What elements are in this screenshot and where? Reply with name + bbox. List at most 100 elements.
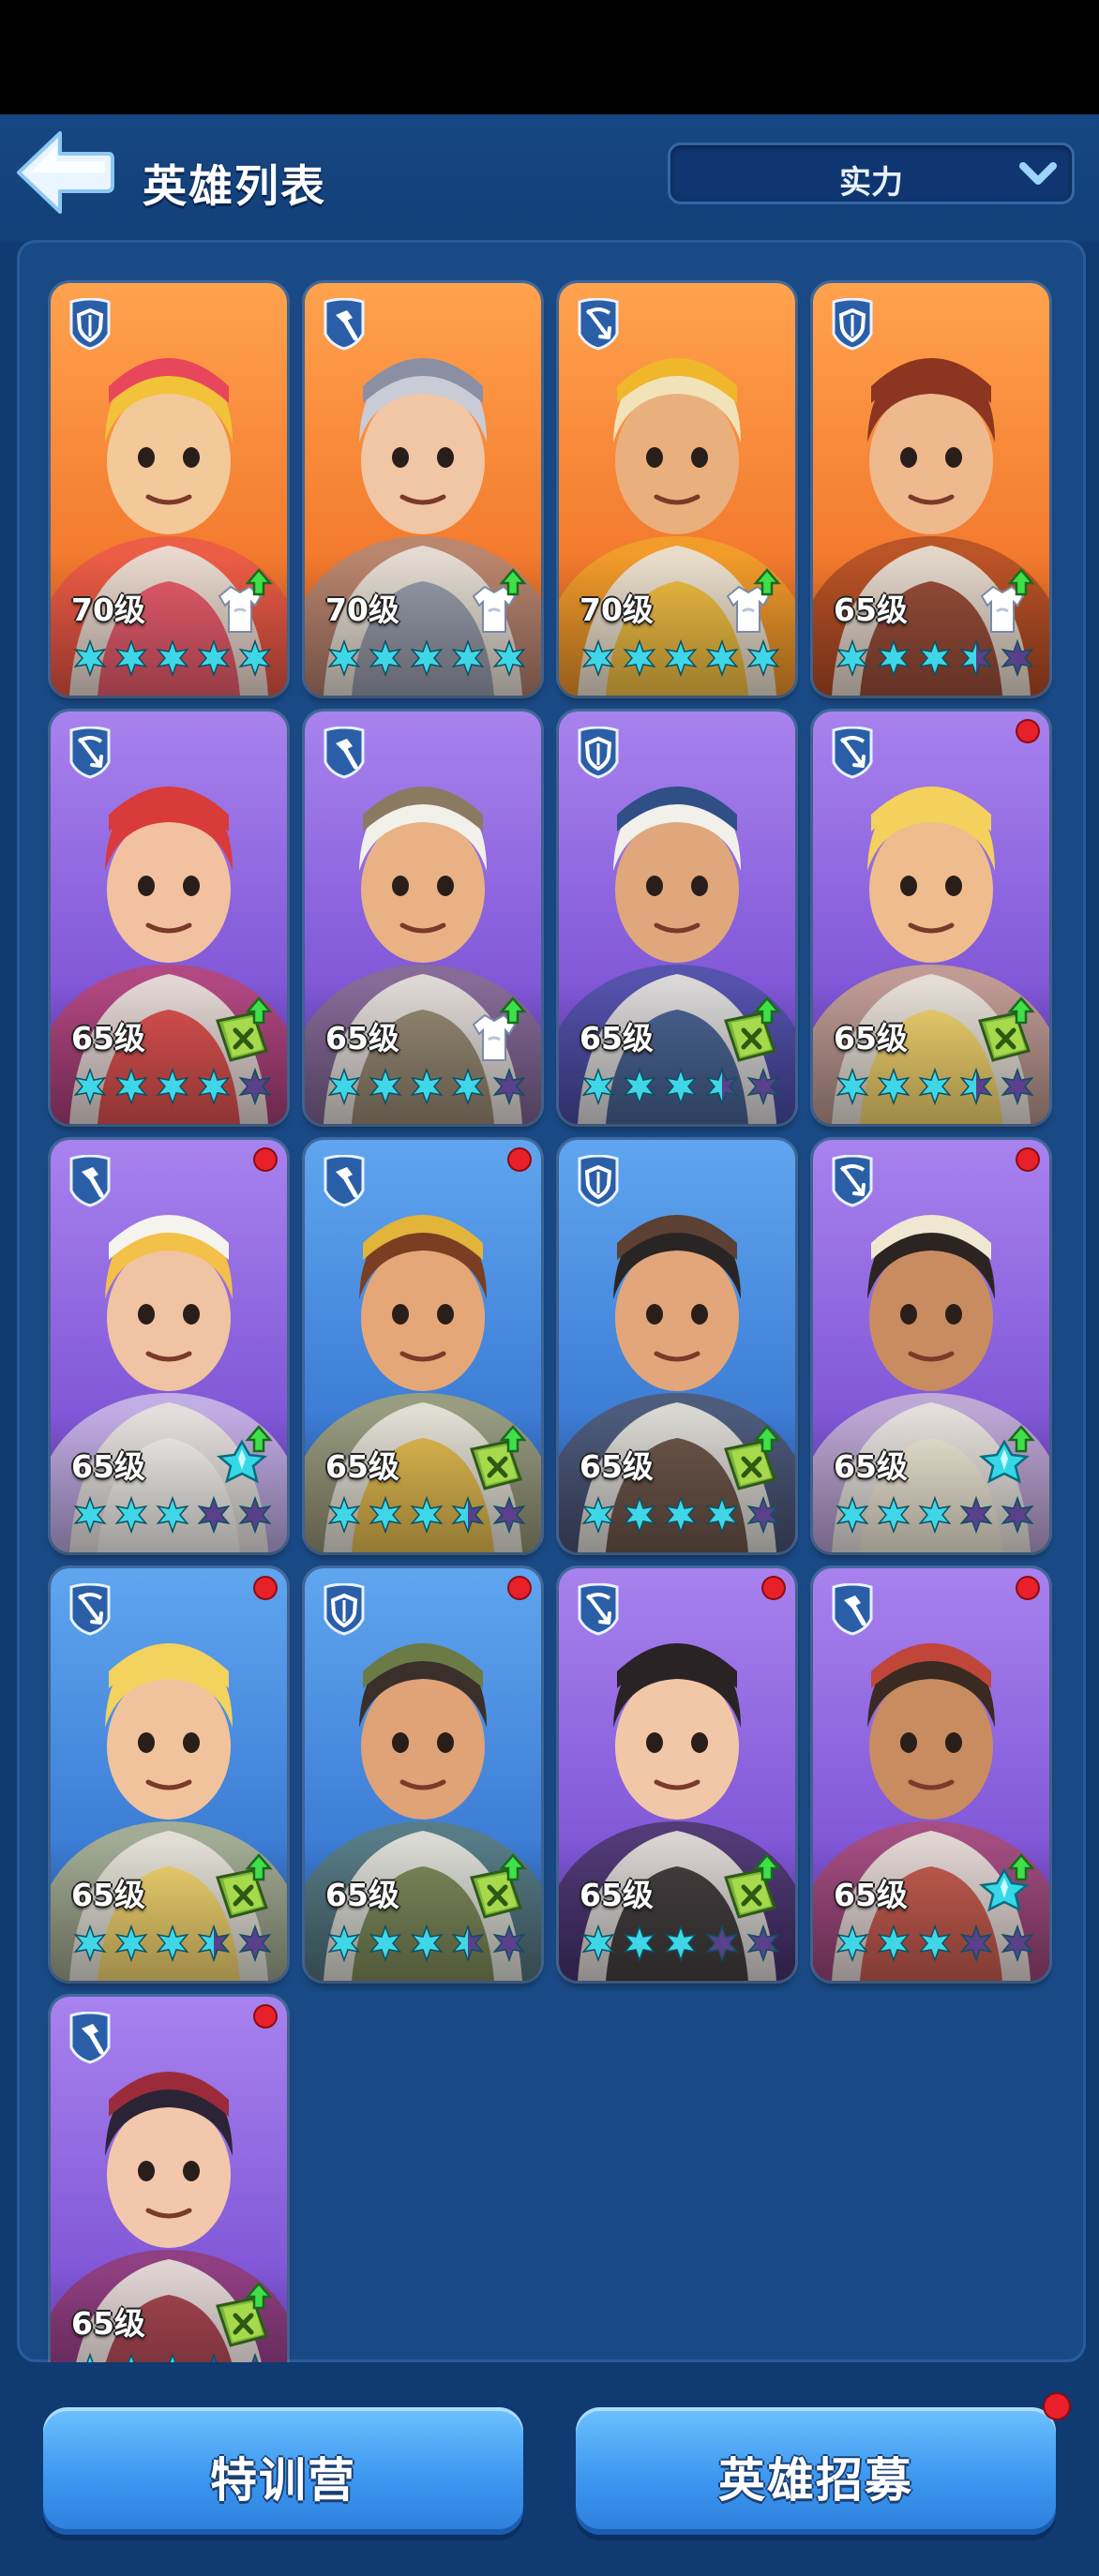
hero-level: 65级 bbox=[71, 1877, 145, 1913]
star-mark bbox=[73, 2353, 107, 2362]
star-rating bbox=[327, 639, 526, 677]
star-mark bbox=[581, 1068, 615, 1105]
star-mark bbox=[959, 639, 993, 677]
hero-card[interactable]: 70级 bbox=[559, 283, 795, 696]
hero-card[interactable]: 65级 bbox=[305, 1140, 541, 1552]
notification-dot bbox=[255, 1149, 276, 1170]
hero-card[interactable]: 65级 bbox=[305, 711, 541, 1124]
star-mark bbox=[238, 1068, 272, 1105]
hero-level: 65级 bbox=[71, 1020, 145, 1056]
shield-class-icon bbox=[578, 1155, 619, 1207]
hero-card[interactable]: 65级 bbox=[51, 1997, 287, 2362]
hammer-class-icon bbox=[832, 1583, 873, 1636]
upgrade-book-icon bbox=[470, 1425, 527, 1490]
hero-card[interactable]: 65级 bbox=[51, 1568, 287, 1981]
hero-level: 65级 bbox=[71, 1448, 145, 1485]
star-mark bbox=[836, 1925, 869, 1962]
hero-level: 65级 bbox=[580, 1020, 654, 1056]
star-mark bbox=[746, 1496, 780, 1534]
shield-class-icon bbox=[578, 726, 619, 779]
hero-level: 65级 bbox=[325, 1020, 399, 1056]
upgrade-outfit-icon bbox=[472, 568, 527, 633]
star-rating bbox=[327, 1496, 526, 1534]
hero-level: 65级 bbox=[834, 592, 908, 628]
star-mark bbox=[492, 1496, 526, 1534]
star-mark bbox=[492, 1068, 526, 1105]
training-camp-button[interactable]: 特训营 bbox=[43, 2407, 523, 2535]
hero-card[interactable]: 70级 bbox=[305, 283, 541, 696]
shield-class-icon bbox=[324, 1583, 365, 1636]
star-mark bbox=[492, 639, 526, 677]
sort-dropdown-value: 实力 bbox=[839, 164, 903, 202]
star-mark bbox=[581, 1496, 615, 1534]
star-mark bbox=[746, 639, 780, 677]
notification-dot bbox=[763, 1578, 784, 1598]
upgrade-book-icon bbox=[216, 996, 273, 1062]
star-mark bbox=[327, 1496, 361, 1534]
hero-card[interactable]: 70级 bbox=[51, 283, 287, 696]
hero-card[interactable]: 65级 bbox=[305, 1568, 541, 1981]
star-mark bbox=[238, 1496, 272, 1534]
hero-card[interactable]: 65级 bbox=[813, 283, 1049, 696]
star-mark bbox=[1001, 1068, 1034, 1105]
star-rating bbox=[73, 1068, 272, 1105]
hammer-class-icon bbox=[324, 298, 365, 351]
back-button[interactable] bbox=[13, 127, 114, 217]
crossbow-class-icon bbox=[578, 298, 619, 351]
star-mark bbox=[410, 1496, 444, 1534]
star-rating bbox=[581, 639, 780, 677]
hero-list-screen: 英雄列表 实力 70级 70级 70级 65级 65级 65级 65级 65级 65级 65级 65… bbox=[0, 0, 1099, 2576]
sort-dropdown[interactable]: 实力 bbox=[668, 142, 1075, 204]
hammer-class-icon bbox=[69, 1155, 111, 1207]
star-rating bbox=[836, 1925, 1034, 1962]
star-rating bbox=[73, 2353, 272, 2362]
upgrade-outfit-icon bbox=[980, 568, 1035, 633]
upgrade-book-icon bbox=[978, 996, 1035, 1062]
star-mark bbox=[238, 639, 272, 677]
hero-card[interactable]: 65级 bbox=[51, 1140, 287, 1552]
star-rating bbox=[73, 639, 272, 677]
star-mark bbox=[114, 1496, 148, 1534]
star-mark bbox=[836, 639, 869, 677]
star-mark bbox=[705, 639, 739, 677]
star-mark bbox=[918, 639, 952, 677]
star-mark bbox=[197, 639, 231, 677]
star-mark bbox=[705, 1925, 739, 1962]
star-rating bbox=[327, 1925, 526, 1962]
star-rating bbox=[73, 1496, 272, 1534]
upgrade-crystal-icon bbox=[216, 1425, 273, 1484]
upgrade-crystal-icon bbox=[978, 1853, 1035, 1912]
star-rating bbox=[836, 1496, 1034, 1534]
hero-level: 65级 bbox=[325, 1448, 399, 1485]
star-mark bbox=[451, 1496, 485, 1534]
crossbow-class-icon bbox=[69, 1583, 111, 1636]
hero-card[interactable]: 65级 bbox=[813, 1140, 1049, 1552]
hero-card[interactable]: 65级 bbox=[559, 1140, 795, 1552]
header-bar: 英雄列表 实力 bbox=[0, 114, 1099, 242]
hero-card[interactable]: 65级 bbox=[51, 711, 287, 1124]
star-mark bbox=[664, 639, 698, 677]
crossbow-class-icon bbox=[578, 1583, 619, 1636]
star-mark bbox=[623, 639, 656, 677]
star-mark bbox=[581, 639, 615, 677]
hero-card[interactable]: 65级 bbox=[559, 711, 795, 1124]
star-mark bbox=[959, 1068, 993, 1105]
hero-level: 65级 bbox=[71, 2305, 145, 2342]
upgrade-book-icon bbox=[724, 1853, 781, 1919]
notification-dot bbox=[255, 1578, 276, 1598]
upgrade-outfit-icon bbox=[726, 568, 781, 633]
star-mark bbox=[197, 1925, 231, 1962]
hero-recruit-label: 英雄招募 bbox=[718, 2453, 913, 2508]
star-mark bbox=[959, 1496, 993, 1534]
star-rating bbox=[581, 1925, 780, 1962]
hero-card[interactable]: 65级 bbox=[813, 1568, 1049, 1981]
hero-level: 70级 bbox=[71, 592, 145, 628]
star-mark bbox=[73, 639, 107, 677]
star-mark bbox=[369, 1925, 402, 1962]
hero-card[interactable]: 65级 bbox=[559, 1568, 795, 1981]
star-mark bbox=[369, 1068, 402, 1105]
hero-recruit-button[interactable]: 英雄招募 bbox=[576, 2407, 1056, 2535]
star-mark bbox=[156, 1925, 189, 1962]
upgrade-book-icon bbox=[724, 1425, 781, 1490]
hero-card[interactable]: 65级 bbox=[813, 711, 1049, 1124]
